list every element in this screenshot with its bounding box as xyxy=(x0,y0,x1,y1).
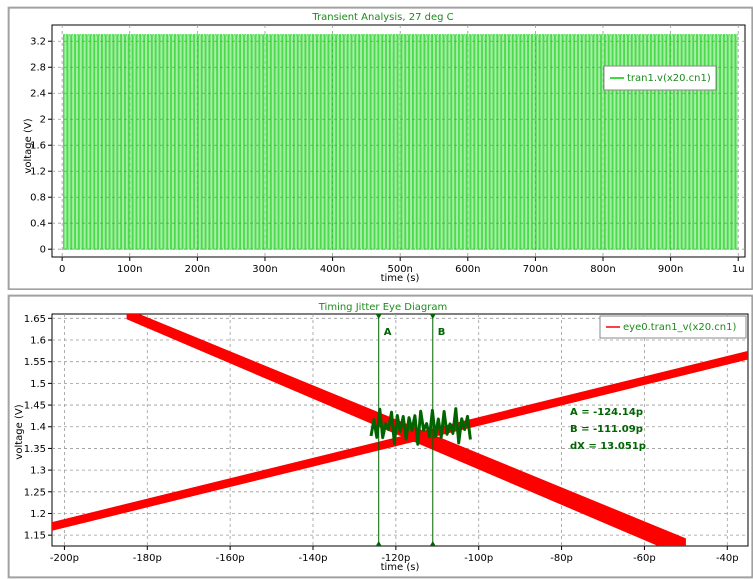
annotation-a: A = -124.14p xyxy=(570,407,643,418)
y-tick-label: 2.8 xyxy=(30,63,46,74)
x-tick-label: 900n xyxy=(658,264,683,275)
chart-title: Transient Analysis, 27 deg C xyxy=(311,12,453,23)
x-tick-label: 600n xyxy=(455,264,480,275)
legend-label: eye0.tran1_v(x20.cn1) xyxy=(623,322,736,333)
y-tick-label: 1.4 xyxy=(30,422,46,433)
x-tick-label: -80p xyxy=(550,553,573,564)
y-tick-label: 1.2 xyxy=(30,509,46,520)
x-tick-label: -200p xyxy=(50,553,79,564)
y-tick-label: 1.55 xyxy=(24,357,46,368)
y-tick-label: 1.3 xyxy=(30,466,46,477)
legend[interactable]: tran1.v(x20.cn1) xyxy=(603,65,717,91)
y-tick-label: 1.2 xyxy=(30,167,46,178)
x-tick-label: -180p xyxy=(133,553,162,564)
y-tick-label: 1.35 xyxy=(24,444,46,455)
annotation-b: B = -111.09p xyxy=(570,424,643,435)
y-tick-label: 2 xyxy=(40,115,46,126)
x-tick-label: 400n xyxy=(320,264,345,275)
y-tick-label: 1.65 xyxy=(24,314,46,325)
y-tick-label: 0.4 xyxy=(30,219,46,230)
x-tick-label: 800n xyxy=(590,264,615,275)
y-tick-label: 1.6 xyxy=(30,141,46,152)
y-tick-label: 1.25 xyxy=(24,487,46,498)
x-tick-label: -100p xyxy=(464,553,493,564)
transient-analysis-chart: Transient Analysis, 27 deg C time (s) vo… xyxy=(0,0,753,290)
x-tick-label: -60p xyxy=(633,553,656,564)
y-tick-label: 1.6 xyxy=(30,336,46,347)
eye-diagram-panel: Timing Jitter Eye Diagram time (s) volta… xyxy=(0,290,753,579)
x-tick-label: 700n xyxy=(523,264,548,275)
y-tick-label: 1.45 xyxy=(24,401,46,412)
y-tick-label: 3.2 xyxy=(30,37,46,48)
transient-analysis-panel: Transient Analysis, 27 deg C time (s) vo… xyxy=(0,0,753,290)
chart-title: Timing Jitter Eye Diagram xyxy=(318,302,447,313)
legend[interactable]: eye0.tran1_v(x20.cn1) xyxy=(599,315,747,339)
y-tick-label: 1.15 xyxy=(24,531,46,542)
y-tick-label: 0 xyxy=(40,245,46,256)
x-tick-label: 0 xyxy=(59,264,65,275)
x-tick-label: 100n xyxy=(117,264,142,275)
x-tick-label: -160p xyxy=(216,553,245,564)
x-tick-label: -120p xyxy=(381,553,410,564)
marker-label-a: A xyxy=(384,327,392,338)
y-tick-label: 0.8 xyxy=(30,193,46,204)
legend-label: tran1.v(x20.cn1) xyxy=(627,73,711,84)
marker-label-b: B xyxy=(438,327,446,338)
x-tick-label: -140p xyxy=(298,553,327,564)
x-tick-label: 300n xyxy=(252,264,277,275)
x-tick-label: -40p xyxy=(716,553,739,564)
measurement-annotations: A = -124.14p B = -111.09p dX = 13.051p xyxy=(570,407,646,452)
annotation-dx: dX = 13.051p xyxy=(570,441,646,452)
x-tick-label: 200n xyxy=(185,264,210,275)
eye-diagram-chart: Timing Jitter Eye Diagram time (s) volta… xyxy=(0,290,753,579)
y-tick-label: 1.5 xyxy=(30,379,46,390)
y-tick-label: 2.4 xyxy=(30,89,46,100)
x-tick-label: 1u xyxy=(732,264,745,275)
x-tick-label: 500n xyxy=(387,264,412,275)
